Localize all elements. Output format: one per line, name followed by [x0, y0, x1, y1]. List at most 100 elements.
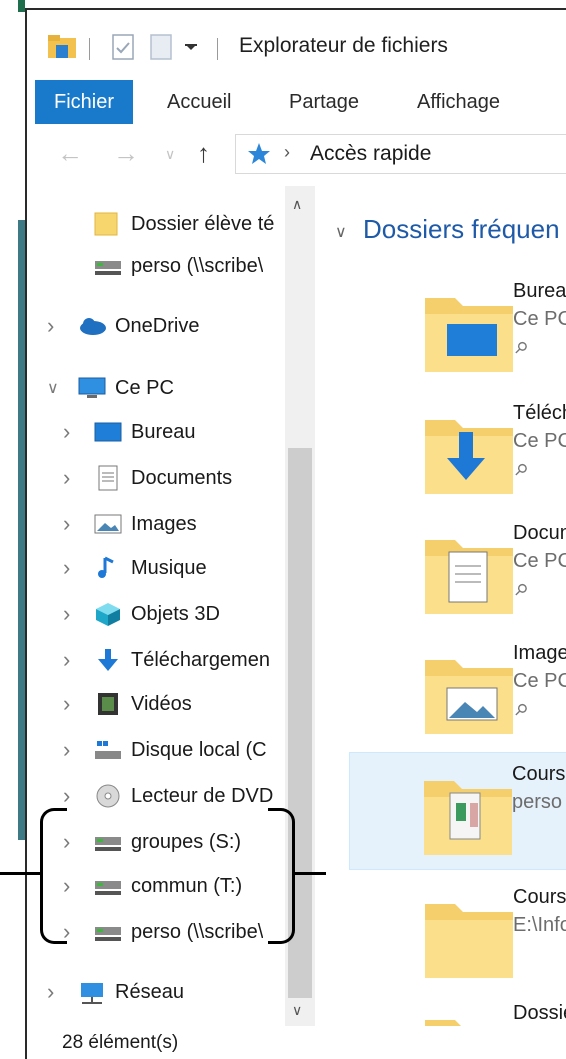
- chevron-right-icon[interactable]: ›: [63, 601, 70, 627]
- background-window-edge: [0, 0, 25, 1057]
- tile-name: Dossier é: [513, 1002, 566, 1024]
- nav-item-onedrive[interactable]: › OneDrive: [27, 306, 287, 346]
- nav-item-label: Documents: [131, 466, 233, 489]
- window-title: Explorateur de fichiers: [239, 34, 448, 57]
- chevron-right-icon: ›: [284, 142, 290, 162]
- frequent-folder-tile[interactable]: BureauCe PC⚲: [351, 270, 566, 386]
- address-path: Accès rapide: [310, 142, 432, 165]
- nav-item-bureau[interactable]: › Bureau: [27, 412, 287, 452]
- properties-icon[interactable]: [111, 32, 135, 62]
- cloud-icon: [77, 313, 107, 339]
- annotation-tick-right: [292, 872, 326, 875]
- address-bar[interactable]: › Accès rapide: [235, 134, 566, 174]
- nav-item-label: perso (\\scribe\: [131, 920, 264, 943]
- nav-item-objets-3d[interactable]: › Objets 3D: [27, 594, 287, 634]
- nav-item-téléchargemen[interactable]: › Téléchargemen: [27, 640, 287, 680]
- tab-partage[interactable]: Partage: [289, 80, 359, 124]
- recent-chevron-down-icon[interactable]: ∨: [165, 146, 175, 163]
- chevron-down-icon[interactable]: ∨: [47, 378, 59, 398]
- nav-item-label: Musique: [131, 556, 207, 579]
- desktop-icon: [93, 419, 123, 445]
- tab-fichier[interactable]: Fichier: [35, 80, 133, 124]
- frequent-folder-tile[interactable]: ImagesCe PC⚲: [351, 632, 566, 748]
- content-pane: ∨ Dossiers fréquen BureauCe PC⚲ Téléchar C…: [327, 186, 566, 1026]
- video-icon: [93, 691, 123, 717]
- tile-name: Cours in: [512, 763, 566, 785]
- tile-name: Téléchar: [513, 402, 566, 424]
- ribbon: Fichier Accueil Partage Affichage: [27, 80, 566, 125]
- folder-icon: [425, 1020, 461, 1026]
- chevron-right-icon[interactable]: ›: [63, 647, 70, 673]
- nav-item-documents[interactable]: › Documents: [27, 458, 287, 498]
- title-bar: Explorateur de fichiers: [27, 10, 566, 80]
- nav-item-label: Ce PC: [115, 376, 174, 399]
- scroll-up-icon[interactable]: ∧: [292, 196, 302, 213]
- frequent-folder-tile[interactable]: TélécharCe PC⚲: [351, 392, 566, 508]
- folder-icon: [425, 420, 513, 494]
- separator: [217, 38, 218, 60]
- documents-icon: [93, 465, 123, 491]
- tile-location: perso (\: [512, 791, 566, 813]
- section-title[interactable]: Dossiers fréquen: [363, 214, 560, 245]
- nav-item-musique[interactable]: › Musique: [27, 548, 287, 588]
- tile-location: E:\Inforr: [513, 914, 566, 936]
- chevron-right-icon[interactable]: ›: [63, 511, 70, 537]
- tile-location: Ce PC: [513, 430, 566, 452]
- music-icon: [93, 555, 123, 581]
- folder-app-icon: [47, 32, 77, 62]
- frequent-folder-tile[interactable]: Cours in E:\Inforr: [351, 876, 566, 992]
- folder-icon: [425, 540, 513, 614]
- chevron-right-icon[interactable]: ›: [47, 313, 54, 339]
- annotation-bracket-right: [268, 808, 295, 944]
- nav-item-réseau[interactable]: › Réseau: [27, 972, 287, 1012]
- nav-item-dossier-élève-té[interactable]: Dossier élève té: [27, 204, 287, 244]
- star-quick-access-icon: [246, 141, 272, 172]
- tile-location: Ce PC: [513, 670, 566, 692]
- tile-name: Docume: [513, 522, 566, 544]
- network-drive-icon: [93, 829, 123, 855]
- forward-arrow-icon[interactable]: →: [113, 138, 139, 169]
- frequent-folder-tile[interactable]: Cours in perso (\: [349, 752, 566, 870]
- tab-accueil[interactable]: Accueil: [167, 80, 231, 124]
- frequent-folder-tile[interactable]: DocumeCe PC⚲: [351, 512, 566, 628]
- section-collapse-chevron-icon[interactable]: ∨: [335, 222, 347, 242]
- nav-item-images[interactable]: › Images: [27, 504, 287, 544]
- cube-icon: [93, 601, 123, 627]
- folder-icon: [424, 781, 512, 855]
- nav-item-label: Disque local (C: [131, 738, 267, 761]
- chevron-right-icon[interactable]: ›: [47, 979, 54, 1005]
- nav-item-label: Objets 3D: [131, 602, 220, 625]
- navigation-bar: ← → ∨ ↑ › Accès rapide: [27, 124, 566, 184]
- tile-location: Ce PC: [513, 550, 566, 572]
- nav-item-label: Réseau: [115, 980, 184, 1003]
- nav-item-label: Téléchargemen: [131, 648, 270, 671]
- back-arrow-icon[interactable]: ←: [57, 138, 83, 169]
- chevron-right-icon[interactable]: ›: [63, 691, 70, 717]
- folder-icon: [425, 660, 513, 734]
- nav-item-label: Bureau: [131, 420, 196, 443]
- network-icon: [77, 979, 107, 1005]
- customize-toolbar-icon[interactable]: [185, 32, 197, 62]
- chevron-right-icon[interactable]: ›: [63, 737, 70, 763]
- nav-item-perso-scribe[interactable]: perso (\\scribe\: [27, 246, 287, 286]
- nav-item-label: OneDrive: [115, 314, 200, 337]
- status-count: 28 élément(s): [62, 1032, 179, 1053]
- up-arrow-icon[interactable]: ↑: [197, 138, 210, 169]
- nav-item-ce-pc[interactable]: ∨ Ce PC: [27, 368, 287, 408]
- network-drive-icon: [93, 253, 123, 279]
- chevron-right-icon[interactable]: ›: [63, 555, 70, 581]
- chevron-right-icon[interactable]: ›: [63, 465, 70, 491]
- nav-item-disque-local-c[interactable]: › Disque local (C: [27, 730, 287, 770]
- chevron-right-icon[interactable]: ›: [63, 783, 70, 809]
- nav-item-vidéos[interactable]: › Vidéos: [27, 684, 287, 724]
- tile-location: Ce PC: [513, 308, 566, 330]
- chevron-right-icon[interactable]: ›: [63, 419, 70, 445]
- tile-name: Images: [513, 642, 566, 664]
- nav-item-label: commun (T:): [131, 874, 243, 897]
- tab-affichage[interactable]: Affichage: [417, 80, 500, 124]
- images-icon: [93, 511, 123, 537]
- computer-icon: [77, 375, 107, 401]
- frequent-folder-tile[interactable]: Dossier é: [351, 992, 566, 1026]
- new-folder-icon[interactable]: [149, 32, 173, 62]
- scroll-down-icon[interactable]: ∨: [292, 1002, 302, 1019]
